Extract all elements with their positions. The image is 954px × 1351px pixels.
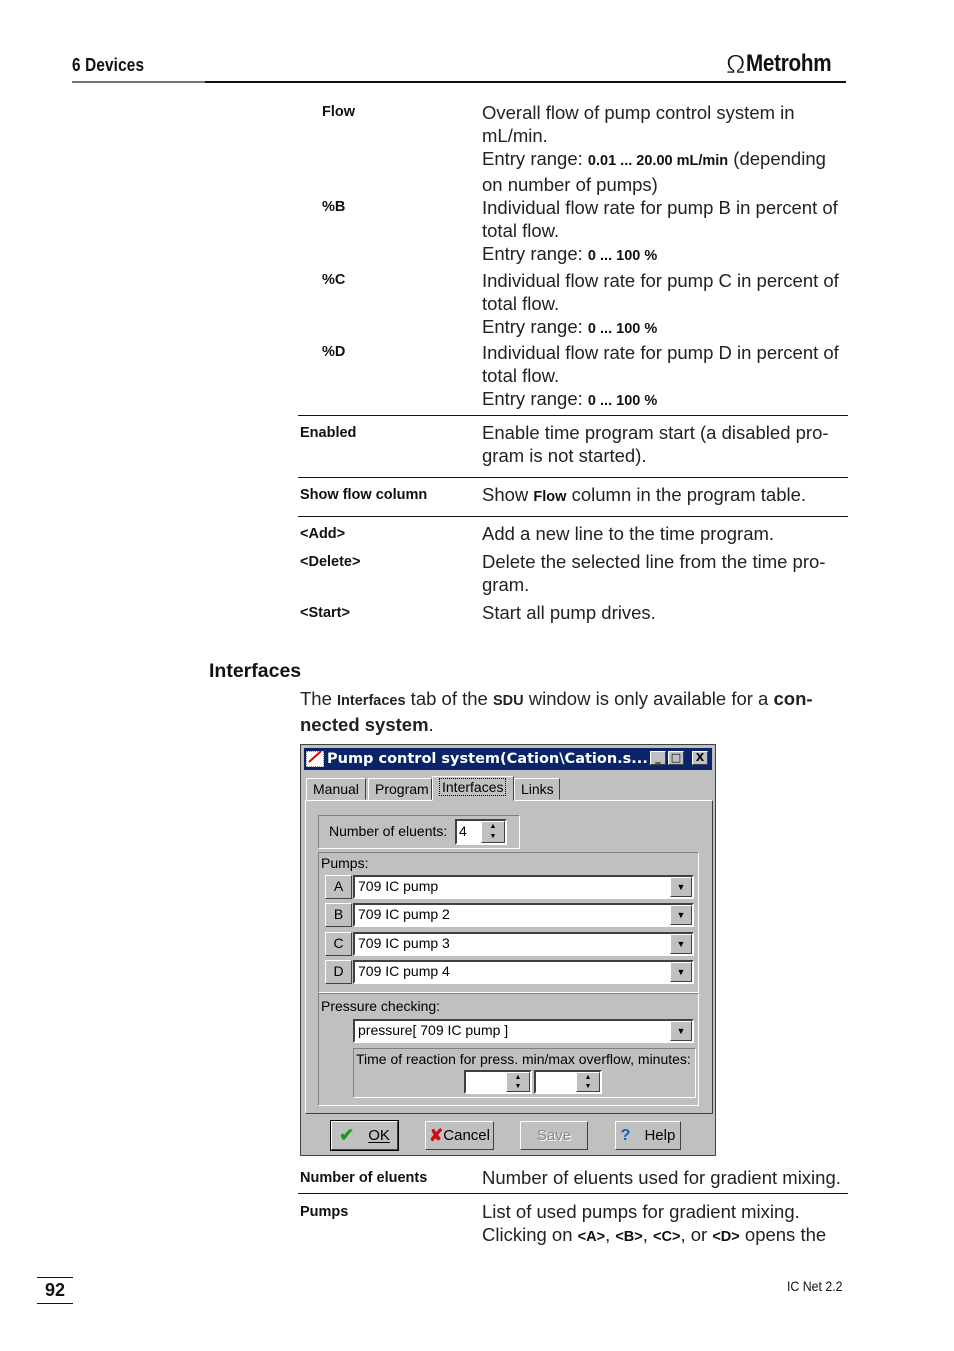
checkmark-icon: ✔ xyxy=(339,1125,355,1145)
brand-logo: Ω Metrohm xyxy=(726,50,846,78)
spin-down-icon[interactable]: ▼ xyxy=(577,1082,599,1091)
section-intro: The Interfaces tab of the SDU window is … xyxy=(300,688,813,735)
chevron-down-icon[interactable]: ▼ xyxy=(670,877,692,897)
pressure-group: Pressure checking: pressure[ 709 IC pump… xyxy=(318,993,699,1106)
spin-up-icon[interactable]: ▲ xyxy=(577,1073,599,1082)
help-button[interactable]: ? Help xyxy=(615,1121,681,1150)
pumps-group: Pumps: A 709 IC pump ▼ B 709 IC pump 2 ▼ C… xyxy=(318,852,699,993)
param-desc: Add a new line to the time program. xyxy=(482,523,775,544)
spin-down-icon[interactable]: ▼ xyxy=(482,832,504,842)
chevron-down-icon[interactable]: ▼ xyxy=(670,934,692,954)
product-name: IC Net 2.2 xyxy=(787,1278,843,1294)
minimize-button[interactable]: _ xyxy=(650,751,666,765)
param-term: Number of eluents xyxy=(300,1170,428,1186)
spin-up-icon[interactable]: ▲ xyxy=(507,1073,529,1082)
ok-button[interactable]: ✔ OK xyxy=(330,1120,399,1151)
section-heading: Interfaces xyxy=(209,660,302,682)
eluents-label: Number of eluents: xyxy=(329,823,448,839)
tab-links[interactable]: Links xyxy=(514,778,560,800)
param-term: Show flow column xyxy=(300,487,428,503)
pump-d-select[interactable]: 709 IC pump 4 ▼ xyxy=(353,960,694,984)
param-desc: List of used pumps for gradient mixing. … xyxy=(482,1201,827,1245)
eluents-spinner[interactable]: 4 ▲ ▼ xyxy=(455,819,507,845)
divider xyxy=(298,516,848,517)
pump-b-select[interactable]: 709 IC pump 2 ▼ xyxy=(353,903,694,927)
param-desc: Show Flow column in the program table. xyxy=(482,484,807,505)
reaction-time-label: Time of reaction for press. min/max over… xyxy=(356,1051,691,1067)
divider xyxy=(298,415,848,416)
param-term: Enabled xyxy=(300,425,357,441)
maximize-button[interactable]: □ xyxy=(668,751,684,765)
pumps-label: Pumps: xyxy=(321,855,369,871)
param-term: Flow xyxy=(322,104,356,120)
spin-down-icon[interactable]: ▼ xyxy=(507,1082,529,1091)
title-bar[interactable]: Pump control system(Cation\Cation.s... _… xyxy=(304,748,712,770)
pressure-select[interactable]: pressure[ 709 IC pump ] ▼ xyxy=(353,1019,694,1043)
pump-d-button[interactable]: D xyxy=(325,960,352,984)
chevron-down-icon[interactable]: ▼ xyxy=(670,905,692,925)
divider xyxy=(298,477,848,478)
divider xyxy=(298,1193,848,1194)
spin-up-icon[interactable]: ▲ xyxy=(482,822,504,832)
pump-control-dialog: Pump control system(Cation\Cation.s... _… xyxy=(300,744,716,1156)
cancel-button[interactable]: ✘ Cancel xyxy=(425,1121,494,1150)
eluents-value: 4 xyxy=(459,823,467,839)
tab-manual[interactable]: Manual xyxy=(306,778,366,800)
eluents-spin-buttons[interactable]: ▲ ▼ xyxy=(481,821,505,843)
interfaces-panel: Number of eluents: 4 ▲ ▼ Pumps: A 709 IC… xyxy=(305,800,713,1114)
tab-interfaces[interactable]: Interfaces xyxy=(432,776,514,801)
pressure-label: Pressure checking: xyxy=(321,998,441,1014)
param-term: %C xyxy=(322,272,346,288)
chevron-down-icon[interactable]: ▼ xyxy=(670,1021,692,1041)
reaction-max-spin[interactable]: ▲ ▼ xyxy=(576,1072,600,1092)
param-desc: Start all pump drives. xyxy=(482,602,656,623)
param-term: <Add> xyxy=(300,526,346,542)
pump-b-button[interactable]: B xyxy=(325,903,352,927)
page-number: 92 xyxy=(37,1277,73,1304)
param-desc: Enable time program start (a disabled pr… xyxy=(482,422,829,466)
omega-icon: Ω xyxy=(726,49,746,79)
param-term: %D xyxy=(322,344,346,360)
x-icon: ✘ xyxy=(429,1125,444,1145)
pump-c-button[interactable]: C xyxy=(325,932,352,956)
param-desc: Delete the selected line from the time p… xyxy=(482,551,826,595)
param-desc: Number of eluents used for gradient mixi… xyxy=(482,1167,841,1188)
param-term: <Delete> xyxy=(300,554,361,570)
pump-a-select[interactable]: 709 IC pump ▼ xyxy=(353,875,694,899)
reaction-time-group: Time of reaction for press. min/max over… xyxy=(353,1048,696,1098)
question-icon: ? xyxy=(620,1126,631,1144)
brand-name: Metrohm xyxy=(746,50,832,77)
chapter-title: 6 Devices xyxy=(72,55,145,75)
tab-program[interactable]: Program xyxy=(368,778,432,800)
param-desc: Individual flow rate for pump C in perce… xyxy=(482,270,839,337)
save-button[interactable]: Save xyxy=(520,1121,588,1150)
close-button[interactable]: X xyxy=(692,751,708,765)
param-term: %B xyxy=(322,199,346,215)
param-desc: Overall flow of pump control system in m… xyxy=(482,102,826,195)
window-title: Pump control system(Cation\Cation.s... xyxy=(327,751,648,767)
app-icon xyxy=(306,751,324,767)
reaction-min-spin[interactable]: ▲ ▼ xyxy=(506,1072,530,1092)
chevron-down-icon[interactable]: ▼ xyxy=(670,962,692,982)
param-desc: Individual flow rate for pump D in perce… xyxy=(482,342,839,409)
param-term: Pumps xyxy=(300,1204,349,1220)
header-rule xyxy=(72,81,846,83)
reaction-min-input[interactable]: ▲ ▼ xyxy=(464,1070,532,1094)
param-term: <Start> xyxy=(300,605,350,621)
eluents-group: Number of eluents: 4 ▲ ▼ xyxy=(318,815,520,849)
pump-a-button[interactable]: A xyxy=(325,875,352,899)
pump-c-select[interactable]: 709 IC pump 3 ▼ xyxy=(353,932,694,956)
param-desc: Individual flow rate for pump B in perce… xyxy=(482,197,838,264)
reaction-max-input[interactable]: ▲ ▼ xyxy=(534,1070,602,1094)
